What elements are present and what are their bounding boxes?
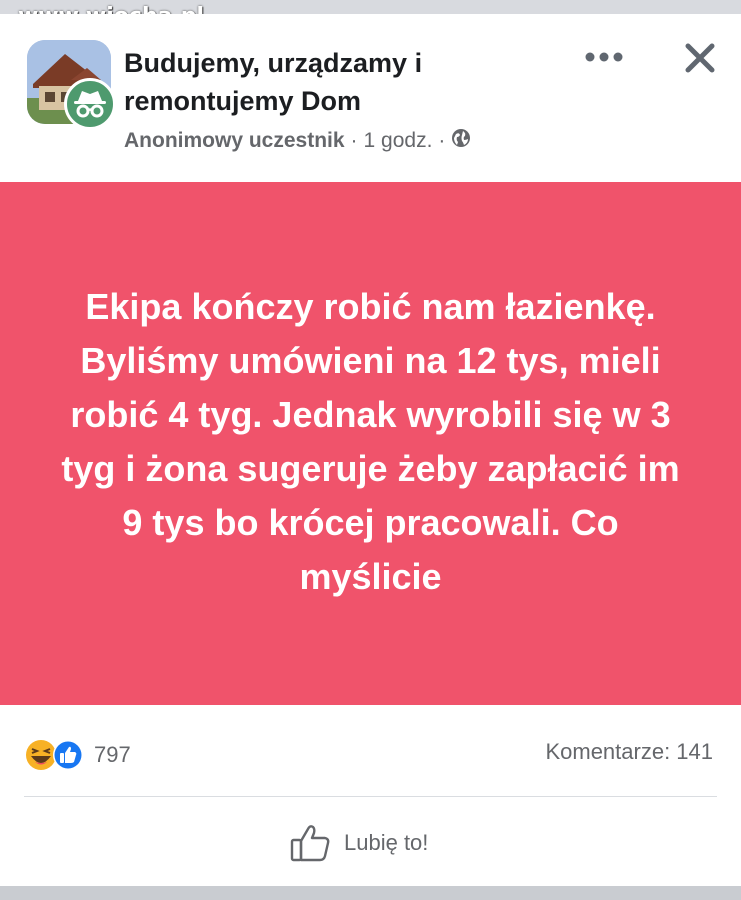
divider — [24, 796, 717, 797]
comments-count-link[interactable]: Komentarze: 141 — [545, 739, 713, 765]
group-name-link[interactable]: Budujemy, urządzamy i remontujemy Dom — [124, 44, 544, 120]
post-body-text: Ekipa kończy robić nam łazienkę. Byliśmy… — [61, 285, 680, 597]
close-icon — [685, 43, 715, 73]
like-label: Lubię to! — [344, 830, 429, 855]
meta-separator: · — [438, 129, 446, 152]
reactions-summary[interactable]: 797 — [24, 738, 131, 772]
bottom-strip — [0, 886, 741, 900]
author-name[interactable]: Anonimowy uczestnik — [124, 129, 345, 153]
incognito-icon — [64, 78, 116, 130]
more-horizontal-icon — [585, 52, 623, 62]
post-screen: www.wiocha.pl Budujemy, urządzamy i remo… — [0, 0, 741, 900]
globe-icon — [451, 128, 471, 154]
post-meta: Anonimowy uczestnik · 1 godz. · — [124, 128, 471, 154]
thumbs-up-icon — [290, 825, 330, 862]
like-reaction-icon — [53, 740, 83, 770]
meta-separator: · — [350, 129, 358, 152]
haha-reaction-icon — [26, 740, 56, 770]
post-stats: 797 Komentarze: 141 — [0, 705, 741, 797]
reaction-count: 797 — [94, 742, 131, 767]
post-background: Ekipa kończy robić nam łazienkę. Byliśmy… — [0, 182, 741, 705]
reaction-icons — [26, 740, 83, 770]
post-time[interactable]: 1 godz. — [364, 129, 433, 153]
more-options-button[interactable] — [580, 40, 628, 74]
close-button[interactable] — [677, 38, 723, 78]
like-button[interactable]: Lubię to! — [290, 818, 428, 868]
